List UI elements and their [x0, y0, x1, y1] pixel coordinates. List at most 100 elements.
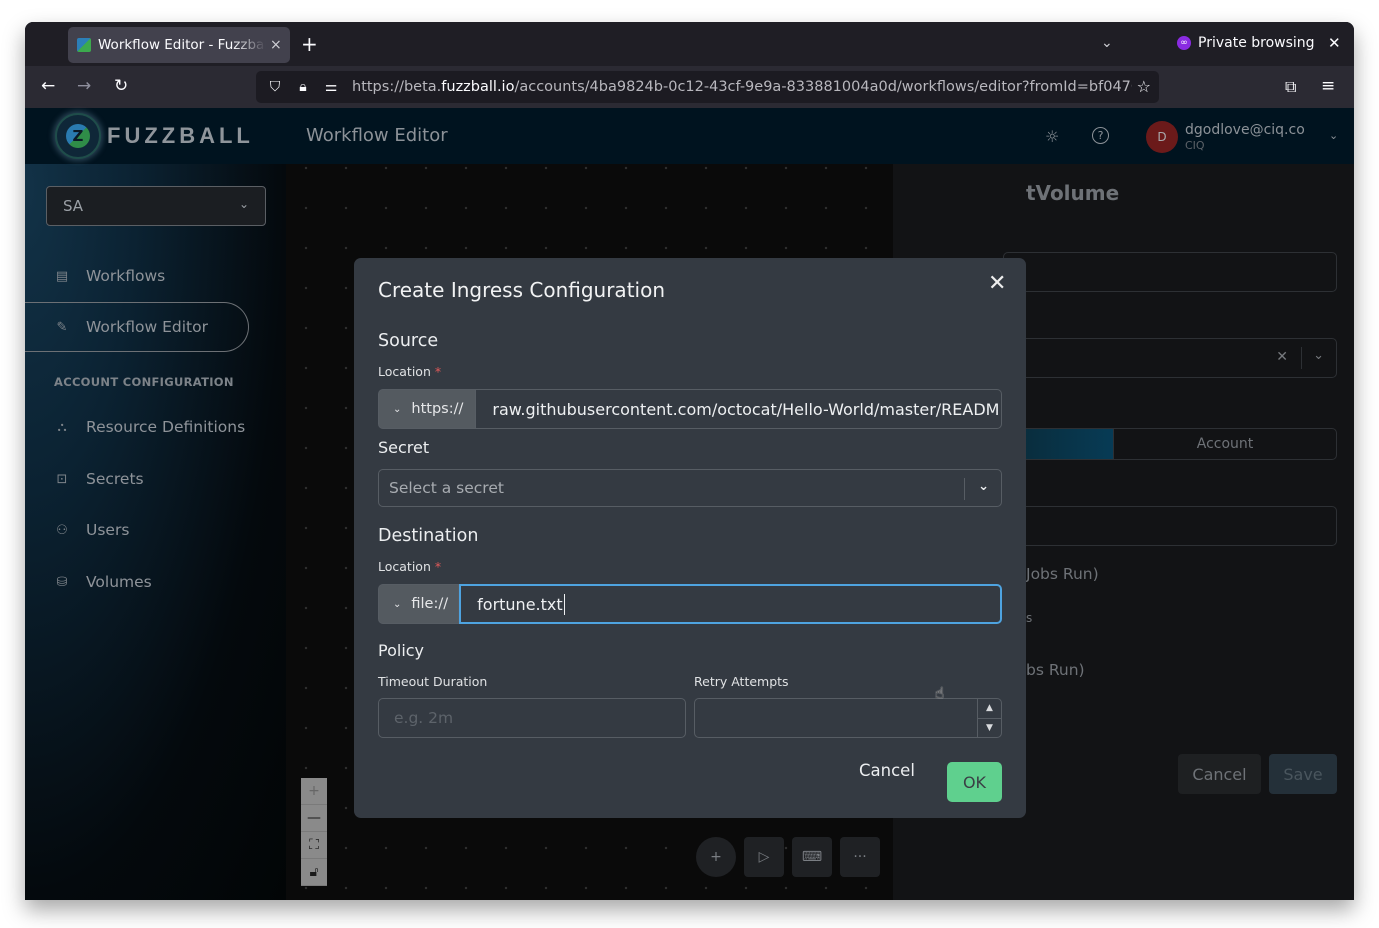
retry-stepper: ▲ ▼	[977, 699, 1001, 737]
chevron-down-icon[interactable]: ⌄	[1313, 348, 1324, 363]
help-icon[interactable]: ?	[1092, 127, 1109, 144]
list-icon: ▤	[55, 268, 69, 284]
browser-window: Workflow Editor - Fuzzball × + ⌄ ∞ Priva…	[25, 22, 1354, 900]
private-mask-icon: ∞	[1177, 36, 1191, 50]
timeout-placeholder: e.g. 2m	[394, 709, 454, 727]
new-tab-button[interactable]: +	[301, 34, 318, 54]
source-heading: Source	[378, 331, 439, 351]
required-asterisk: *	[434, 559, 442, 574]
sidebar-item-label: Volumes	[86, 573, 152, 591]
scope-toggle-account[interactable]: Account	[1113, 429, 1336, 459]
panel-text-field-2[interactable]	[1003, 506, 1337, 546]
url-text[interactable]: https://beta.fuzzball.io/accounts/4ba982…	[352, 79, 1132, 95]
tracking-shield-icon[interactable]: ⛉	[266, 79, 284, 95]
secret-select[interactable]: Select a secret ⌄	[378, 469, 1002, 507]
zoom-in-button[interactable]: +	[301, 778, 327, 805]
fit-view-button[interactable]: ⛶	[301, 832, 327, 859]
increment-arrow-icon[interactable]: ▲	[978, 699, 1001, 719]
source-location-group: ⌄ https:// raw.githubusercontent.com/oct…	[378, 389, 1002, 429]
url-path: /accounts/4ba9824b-0c12-43cf-9e9a-833881…	[514, 79, 1132, 95]
edit-icon: ✎	[56, 319, 68, 335]
sidebar-item-users[interactable]: ⚇ Users	[25, 505, 249, 555]
bookmark-star-icon[interactable]: ☆	[1137, 77, 1151, 96]
dialog-cancel-button[interactable]: Cancel	[859, 761, 915, 780]
canvas-zoom-controls: + — ⛶ 🔓︎	[301, 778, 327, 886]
account-selector[interactable]: SA ⌄	[46, 186, 266, 226]
policy-heading: Policy	[378, 641, 425, 660]
sidebar-item-volumes[interactable]: ⛁ Volumes	[25, 557, 249, 607]
sidebar-item-label: Resource Definitions	[86, 418, 246, 436]
clear-icon[interactable]: ✕	[1276, 349, 1288, 365]
logo[interactable]: Z FUZZBALL	[25, 108, 286, 164]
panel-option-text: bs Run)	[1026, 661, 1085, 679]
tab-close-icon[interactable]: ×	[270, 37, 282, 53]
window-close-icon[interactable]: ✕	[1328, 34, 1341, 52]
account-selector-value: SA	[63, 197, 84, 215]
user-email[interactable]: dgodlove@ciq.co	[1185, 122, 1305, 138]
sidebar-item-label: Workflow Editor	[86, 318, 208, 336]
panel-select-field[interactable]: ✕ ⌄	[1003, 338, 1337, 378]
sidebar-item-workflows[interactable]: ▤ Workflows	[25, 251, 249, 301]
close-icon[interactable]: ✕	[988, 271, 1006, 296]
decrement-arrow-icon[interactable]: ▼	[978, 719, 1001, 738]
add-node-button[interactable]: +	[696, 837, 736, 877]
reload-icon[interactable]: ↻	[114, 77, 128, 95]
secret-icon: ⊡	[56, 471, 68, 487]
retry-attempts-input[interactable]: ▲ ▼	[694, 698, 1002, 738]
users-icon: ⚇	[56, 522, 68, 538]
lock-canvas-button[interactable]: 🔓︎	[301, 859, 327, 886]
private-browsing-indicator: ∞ Private browsing	[1177, 35, 1315, 51]
fuzzball-favicon-icon	[77, 38, 91, 52]
panel-save-button[interactable]: Save	[1269, 754, 1337, 794]
url-host: fuzzball.io	[441, 79, 515, 95]
permissions-icon[interactable]: ⚌	[322, 79, 340, 95]
secret-select-placeholder: Select a secret	[389, 479, 504, 497]
timeout-input[interactable]: e.g. 2m	[378, 698, 686, 738]
required-asterisk: *	[434, 364, 442, 379]
sidebar-item-workflow-editor[interactable]: ✎ Workflow Editor	[25, 302, 249, 352]
url-bar[interactable]: ⛉ 🔒︎ ⚌ https://beta.fuzzball.io/accounts…	[256, 71, 1159, 103]
keyboard-shortcuts-button[interactable]: ⌨	[792, 837, 832, 877]
page-title: Workflow Editor	[306, 125, 448, 146]
timeout-label: Timeout Duration	[378, 674, 488, 689]
destination-location-label: Location *	[378, 559, 441, 574]
lightbulb-theme-icon[interactable]: ☼	[1045, 127, 1059, 146]
lock-icon[interactable]: 🔒︎	[294, 79, 312, 95]
panel-option-text: Jobs Run)	[1026, 565, 1099, 583]
panel-text-field[interactable]	[1003, 252, 1337, 292]
sidebar-item-label: Workflows	[86, 267, 166, 285]
destination-location-group: ⌄ file:// fortune.txt	[378, 584, 1002, 624]
source-location-label: Location *	[378, 364, 441, 379]
zoom-out-button[interactable]: —	[301, 805, 327, 832]
select-separator	[1301, 347, 1302, 369]
avatar[interactable]: D	[1146, 121, 1178, 153]
destination-location-input[interactable]: fortune.txt	[459, 584, 1002, 624]
sidebar-item-resource-definitions[interactable]: ⛬ Resource Definitions	[25, 402, 249, 452]
browser-tab[interactable]: Workflow Editor - Fuzzball ×	[68, 27, 290, 63]
private-browsing-label: Private browsing	[1198, 35, 1315, 51]
extensions-icon[interactable]: ⧉	[1285, 77, 1296, 97]
sidebar-item-secrets[interactable]: ⊡ Secrets	[25, 454, 249, 504]
source-location-input[interactable]: raw.githubusercontent.com/octocat/Hello-…	[476, 389, 1002, 429]
list-tabs-chevron-icon[interactable]: ⌄	[1101, 35, 1113, 51]
chevron-down-icon: ⌄	[238, 197, 249, 211]
hierarchy-icon: ⛬	[57, 419, 67, 435]
hamburger-menu-icon[interactable]: ≡	[1321, 76, 1335, 96]
dialog-title: Create Ingress Configuration	[378, 278, 666, 302]
source-scheme-select[interactable]: ⌄ https://	[378, 389, 477, 429]
run-workflow-button[interactable]: ▷	[744, 837, 784, 877]
back-arrow-icon[interactable]: ←	[41, 77, 55, 95]
create-ingress-dialog: Create Ingress Configuration ✕ Source Lo…	[354, 258, 1026, 818]
destination-scheme-select[interactable]: ⌄ file://	[378, 584, 460, 624]
source-scheme-value: https://	[411, 401, 464, 417]
dialog-ok-button[interactable]: OK	[947, 762, 1002, 802]
chevron-down-icon: ⌄	[393, 598, 402, 610]
more-options-button[interactable]: ···	[840, 837, 880, 877]
panel-cancel-button[interactable]: Cancel	[1178, 754, 1261, 794]
sidebar-item-label: Users	[86, 521, 130, 539]
panel-title: tVolume	[1026, 181, 1120, 205]
logo-glyph: Z	[66, 124, 90, 148]
forward-arrow-icon[interactable]: →	[77, 77, 91, 95]
user-menu-chevron-icon[interactable]: ⌄	[1329, 129, 1338, 142]
pointer-cursor-icon: ☝	[935, 684, 945, 702]
